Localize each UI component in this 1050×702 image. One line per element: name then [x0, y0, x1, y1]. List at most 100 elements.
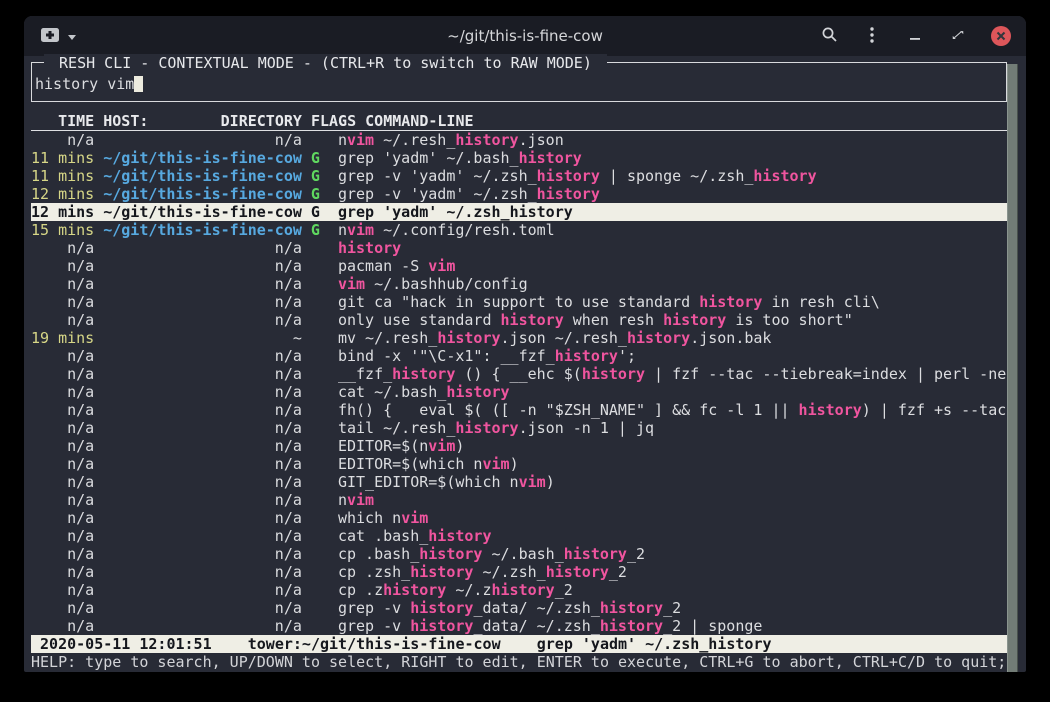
- history-row[interactable]: n/an/agrep -v history_data/ ~/.zsh_histo…: [31, 617, 1007, 635]
- command-text: grep -v 'yadm' ~/.zsh_: [338, 185, 537, 203]
- command-text: grep -v: [338, 599, 410, 617]
- history-row[interactable]: 19 mins~mv ~/.resh_history.json ~/.resh_…: [31, 329, 1007, 347]
- row-directory: n/a: [103, 563, 302, 581]
- history-row[interactable]: n/an/ahistory: [31, 239, 1007, 257]
- row-command: mv ~/.resh_history.json ~/.resh_history.…: [338, 329, 772, 347]
- history-row[interactable]: n/an/aEDITOR=$(which nvim): [31, 455, 1007, 473]
- history-row[interactable]: n/an/atail ~/.resh_history.json -n 1 | j…: [31, 419, 1007, 437]
- command-text: in resh cli\: [762, 293, 879, 311]
- history-row[interactable]: n/a n/a cat .bash_history: [31, 527, 1007, 545]
- row-directory: n/a: [103, 365, 302, 383]
- command-text: git ca "hack in support to use standard: [338, 293, 699, 311]
- command-text: n: [338, 491, 347, 509]
- history-row[interactable]: n/an/aonly use standard history when res…: [31, 311, 1007, 329]
- new-tab-button[interactable]: [40, 27, 77, 46]
- row-time: n/a: [31, 275, 94, 293]
- table-header: TIME HOST: DIRECTORY FLAGS COMMAND-LINE: [31, 112, 1007, 131]
- search-match-text: history: [753, 167, 816, 185]
- row-flags: G: [311, 203, 329, 221]
- command-text: ) | fzf +s --tac: [862, 401, 1007, 419]
- row-command: grep -v history_data/ ~/.zsh_history_2 |…: [338, 617, 762, 635]
- history-row[interactable]: 11 mins~/git/this-is-fine-cowGgrep 'yadm…: [31, 149, 1007, 167]
- history-row[interactable]: 11 mins~/git/this-is-fine-cowGgrep -v 'y…: [31, 167, 1007, 185]
- search-input[interactable]: history vim: [35, 75, 1002, 93]
- history-row[interactable]: n/an/awhich nvim: [31, 509, 1007, 527]
- command-text: cat ~/.bash_: [338, 383, 446, 401]
- row-command: GIT_EDITOR=$(which nvim): [338, 473, 555, 491]
- command-text: only use standard: [338, 311, 501, 329]
- history-row[interactable]: n/an/aEDITOR=$(nvim): [31, 437, 1007, 455]
- scrollbar-thumb[interactable]: [1007, 64, 1018, 672]
- row-flags: G: [311, 221, 329, 239]
- row-time: n/a: [31, 239, 94, 257]
- kebab-menu-icon: [870, 27, 874, 46]
- search-match-text: vim: [401, 509, 428, 527]
- row-command: grep -v history_data/ ~/.zsh_history_2: [338, 599, 681, 617]
- row-command: cat ~/.bash_history: [338, 383, 510, 401]
- search-match-text: vim: [347, 131, 374, 149]
- row-time: n/a: [31, 617, 94, 635]
- search-match-text: history: [582, 365, 645, 383]
- history-row[interactable]: n/an/acp .zhistory ~/.zhistory_2: [31, 581, 1007, 599]
- command-text: is too short": [726, 311, 852, 329]
- row-directory: n/a: [103, 293, 302, 311]
- search-match-text: vim: [428, 437, 455, 455]
- row-command: only use standard history when resh hist…: [338, 311, 853, 329]
- history-row[interactable]: n/an/afh() { eval $( ([ -n "$ZSH_NAME" ]…: [31, 401, 1007, 419]
- command-text: _2: [609, 563, 627, 581]
- scrollbar[interactable]: [1007, 64, 1018, 672]
- search-match-text: history: [428, 527, 491, 545]
- command-text: __fzf_: [338, 365, 392, 383]
- search-match-text: vim: [482, 455, 509, 473]
- command-text: _2: [663, 599, 681, 617]
- row-directory: n/a: [103, 257, 302, 275]
- command-text: ~/.config/resh.toml: [374, 221, 555, 239]
- minimize-button[interactable]: [904, 25, 926, 47]
- history-row[interactable]: n/an/aGIT_EDITOR=$(which nvim): [31, 473, 1007, 491]
- command-text: bind -x '"\C-x1": __fzf_: [338, 347, 555, 365]
- search-match-text: history: [410, 599, 473, 617]
- search-match-text: history: [492, 581, 555, 599]
- row-command: history: [338, 239, 401, 257]
- history-row[interactable]: n/an/acp .bash_history ~/.bash_history_2: [31, 545, 1007, 563]
- command-text: grep -v 'yadm' ~/.zsh_: [338, 167, 537, 185]
- command-text: pacman -S: [338, 257, 428, 275]
- menu-button[interactable]: [861, 25, 883, 47]
- history-row[interactable]: 12 mins~/git/this-is-fine-cowGgrep -v 'y…: [31, 185, 1007, 203]
- search-match-text: history: [501, 311, 564, 329]
- command-text: cat .bash_: [338, 527, 428, 545]
- search-button[interactable]: [818, 25, 840, 47]
- row-command: nvim ~/.resh_history.json: [338, 131, 564, 149]
- history-row[interactable]: n/an/acat ~/.bash_history: [31, 383, 1007, 401]
- history-row[interactable]: n/an/abind -x '"\C-x1": __fzf_history';: [31, 347, 1007, 365]
- history-row[interactable]: n/an/avim ~/.bashhub/config: [31, 275, 1007, 293]
- search-match-text: history: [663, 311, 726, 329]
- history-row[interactable]: n/an/anvim: [31, 491, 1007, 509]
- row-command: grep 'yadm' ~/.bash_history: [338, 149, 582, 167]
- command-text: ~/.bash_: [482, 545, 563, 563]
- row-directory: n/a: [103, 527, 302, 545]
- history-row[interactable]: n/an/apacman -S vim: [31, 257, 1007, 275]
- command-text: () { __ehc $(: [455, 365, 581, 383]
- restore-button[interactable]: [947, 25, 969, 47]
- search-match-text: history: [537, 167, 600, 185]
- row-command: __fzf_history () { __ehc $(history | fzf…: [338, 365, 1006, 383]
- row-directory: n/a: [103, 383, 302, 401]
- row-time: n/a: [31, 365, 94, 383]
- command-text: ~/.zsh_: [473, 563, 545, 581]
- history-row[interactable]: n/an/agit ca "hack in support to use sta…: [31, 293, 1007, 311]
- row-time: 11 mins: [31, 167, 94, 185]
- search-match-text: history: [510, 203, 573, 221]
- row-directory: n/a: [103, 545, 302, 563]
- history-row[interactable]: 12 mins~/git/this-is-fine-cowGgrep 'yadm…: [31, 203, 1007, 221]
- history-row[interactable]: n/an/agrep -v history_data/ ~/.zsh_histo…: [31, 599, 1007, 617]
- command-text: GIT_EDITOR=$(which n: [338, 473, 519, 491]
- row-directory: n/a: [103, 275, 302, 293]
- row-time: n/a: [31, 527, 94, 545]
- row-time: n/a: [31, 131, 94, 149]
- history-row[interactable]: n/an/anvim ~/.resh_history.json: [31, 131, 1007, 149]
- history-row[interactable]: n/an/a__fzf_history () { __ehc $(history…: [31, 365, 1007, 383]
- history-row[interactable]: n/an/acp .zsh_history ~/.zsh_history_2: [31, 563, 1007, 581]
- history-row[interactable]: 15 mins~/git/this-is-fine-cowGnvim ~/.co…: [31, 221, 1007, 239]
- close-button[interactable]: [990, 25, 1012, 47]
